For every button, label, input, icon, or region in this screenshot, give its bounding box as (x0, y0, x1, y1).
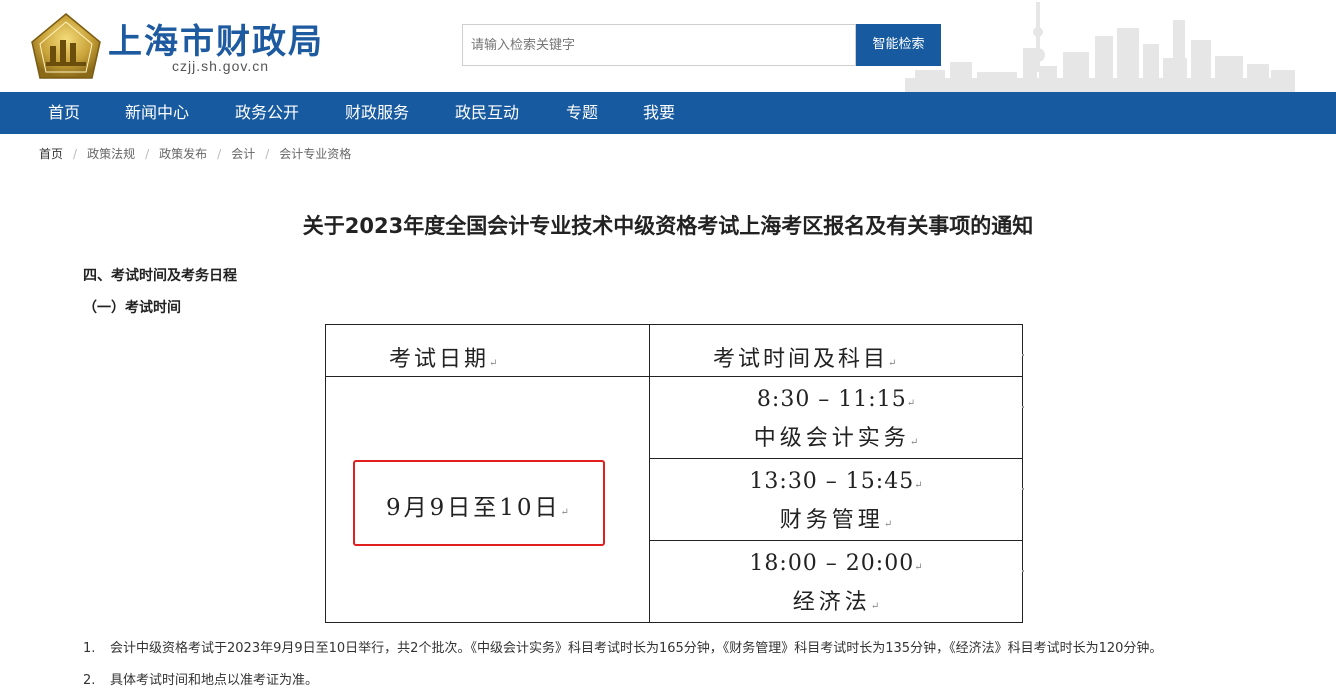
table-edge-mark (1022, 406, 1024, 408)
exam-schedule-table: 考试日期↵ 考试时间及科目↵ 9月9日至10日↵ 8:30 – 11:15↵ 中… (325, 324, 1023, 623)
exam-date: 9月9日至10日↵ (386, 495, 569, 521)
breadcrumb-separator: / (145, 147, 150, 161)
table-header-time: 考试时间及科目↵ (713, 347, 897, 372)
session-subject: 中级会计实务↵ (753, 426, 919, 451)
sub-heading: （一）考试时间 (83, 300, 181, 316)
search-input[interactable] (462, 24, 856, 66)
session-time: 18:00 – 20:00↵ (749, 551, 923, 576)
session-subject: 财务管理↵ (779, 508, 893, 533)
table-header-divider (326, 376, 1022, 377)
nav-item-i-want[interactable]: 我要 (643, 92, 675, 134)
table-edge-mark (1022, 488, 1024, 490)
nav-item-interaction[interactable]: 政民互动 (455, 92, 519, 134)
site-name[interactable]: 上海市财政局 (108, 14, 324, 63)
nav-item-services[interactable]: 财政服务 (345, 92, 409, 134)
session-time: 13:30 – 15:45↵ (749, 469, 923, 494)
table-edge-mark (1022, 354, 1024, 356)
note-item: 1. 会计中级资格考试于2023年9月9日至10日举行，共2个批次。《中级会计实务… (83, 641, 1163, 656)
breadcrumb-separator: / (217, 147, 222, 161)
table-header-date: 考试日期↵ (389, 347, 498, 372)
session-time: 8:30 – 11:15↵ (756, 387, 916, 412)
table-row-divider (649, 458, 1022, 459)
breadcrumb-accounting-qualification[interactable]: 会计专业资格 (279, 147, 351, 161)
nav-item-home[interactable]: 首页 (48, 92, 80, 134)
nav-item-topics[interactable]: 专题 (566, 92, 598, 134)
site-header: 上海市财政局 czjj.sh.gov.cn 智能检索 (0, 0, 1336, 92)
site-domain: czjj.sh.gov.cn (172, 58, 269, 74)
skyline-decoration (905, 2, 1295, 92)
breadcrumb-accounting[interactable]: 会计 (231, 147, 255, 161)
breadcrumb-policy-release[interactable]: 政策发布 (159, 147, 207, 161)
breadcrumb-separator: / (265, 147, 270, 161)
breadcrumb-separator: / (73, 147, 78, 161)
shanghai-finance-emblem-icon[interactable] (28, 12, 104, 80)
table-row-divider (649, 540, 1022, 541)
article-title: 关于2023年度全国会计专业技术中级资格考试上海考区报名及有关事项的通知 (302, 214, 1034, 238)
main-nav: 首页 新闻中心 政务公开 财政服务 政民互动 专题 我要 (0, 92, 1336, 134)
breadcrumb-home[interactable]: 首页 (39, 147, 63, 161)
breadcrumb-policy-regulations[interactable]: 政策法规 (87, 147, 135, 161)
nav-item-news[interactable]: 新闻中心 (125, 92, 189, 134)
table-edge-mark (1022, 570, 1024, 572)
session-subject: 经济法↵ (792, 590, 880, 615)
nav-item-gov-affairs[interactable]: 政务公开 (235, 92, 299, 134)
note-item: 2. 具体考试时间和地点以准考证为准。 (83, 673, 319, 688)
section-heading: 四、考试时间及考务日程 (83, 268, 237, 284)
breadcrumb: 首页 / 政策法规 / 政策发布 / 会计 / 会计专业资格 (39, 145, 351, 163)
